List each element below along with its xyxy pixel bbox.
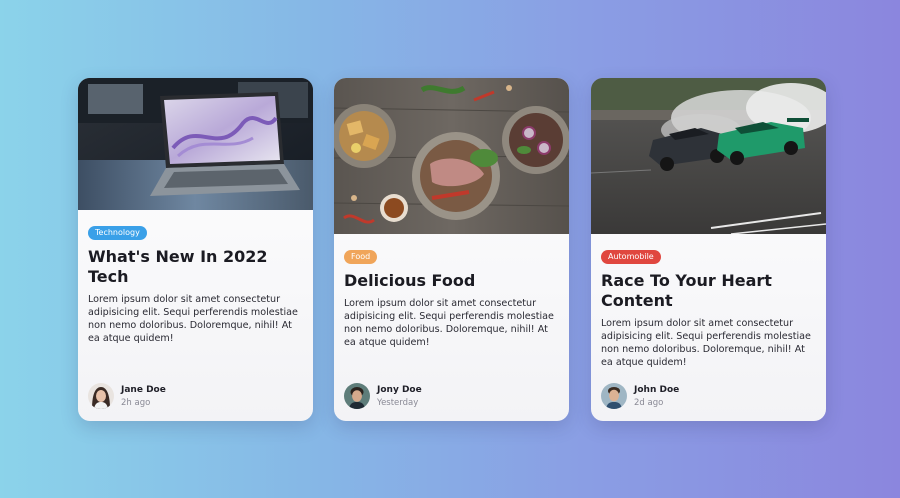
drifting-cars-photo [591, 78, 826, 234]
category-tag[interactable]: Food [344, 250, 378, 264]
author-info: John Doe 2d ago [601, 383, 679, 409]
post-time: 2d ago [634, 397, 664, 408]
card-excerpt: Lorem ipsum dolor sit amet consectetur a… [88, 294, 298, 344]
author-info: Jane Doe 2h ago [88, 383, 166, 409]
card-body: Technology What's New In 2022 Tech Lorem… [88, 220, 303, 345]
category-tag[interactable]: Technology [88, 226, 147, 240]
post-time: 2h ago [121, 397, 151, 408]
author-text: John Doe 2d ago [634, 384, 679, 409]
card-body: Food Delicious Food Lorem ipsum dolor si… [344, 244, 559, 349]
article-card-technology[interactable]: Technology What's New In 2022 Tech Lorem… [78, 78, 313, 421]
laptop-photo [78, 78, 313, 210]
avatar[interactable] [344, 383, 370, 409]
card-title[interactable]: What's New In 2022 Tech [88, 247, 303, 287]
card-grid: Technology What's New In 2022 Tech Lorem… [0, 0, 900, 498]
author-name[interactable]: John Doe [634, 384, 679, 396]
article-card-food[interactable]: Food Delicious Food Lorem ipsum dolor si… [334, 78, 569, 421]
category-tag[interactable]: Automobile [601, 250, 661, 264]
author-name[interactable]: Jony Doe [377, 384, 422, 396]
author-text: Jony Doe Yesterday [377, 384, 422, 409]
card-excerpt: Lorem ipsum dolor sit amet consectetur a… [344, 298, 554, 348]
card-title[interactable]: Delicious Food [344, 271, 559, 291]
post-time: Yesterday [377, 397, 419, 408]
author-info: Jony Doe Yesterday [344, 383, 422, 409]
card-title[interactable]: Race To Your Heart Content [601, 271, 816, 311]
article-card-automobile[interactable]: Automobile Race To Your Heart Content Lo… [591, 78, 826, 421]
avatar[interactable] [88, 383, 114, 409]
card-body: Automobile Race To Your Heart Content Lo… [601, 244, 816, 369]
avatar[interactable] [601, 383, 627, 409]
author-name[interactable]: Jane Doe [121, 384, 166, 396]
card-excerpt: Lorem ipsum dolor sit amet consectetur a… [601, 318, 811, 368]
author-text: Jane Doe 2h ago [121, 384, 166, 409]
food-plates-photo [334, 78, 569, 234]
